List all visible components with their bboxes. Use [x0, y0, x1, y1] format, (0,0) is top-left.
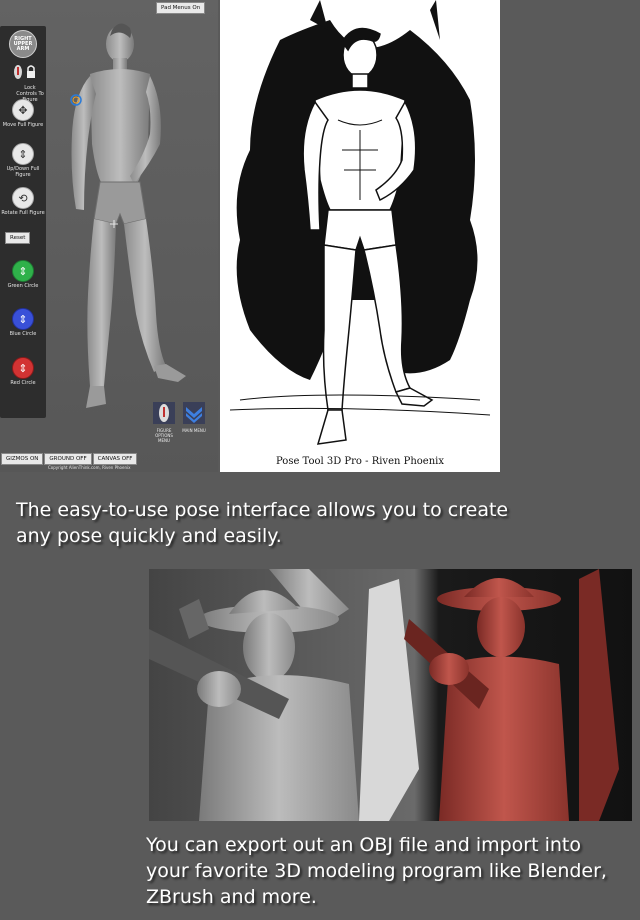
move-full-figure-tool[interactable]: ✥ Move Full Figure	[0, 99, 46, 128]
rotate-full-figure-tool[interactable]: ⟲ Rotate Full Figure	[0, 187, 46, 216]
render-image	[149, 569, 632, 821]
3d-figure-viewport[interactable]	[50, 14, 200, 414]
figure-options-menu-icon	[153, 402, 175, 424]
updown-full-figure-label: Up/Down Full Figure	[6, 166, 40, 178]
pose-toolbar: RIGHT UPPER ARM Lock Controls To Figure …	[0, 26, 46, 418]
3d-figure	[71, 23, 186, 408]
chevron-down-icon	[183, 402, 205, 424]
red-circle-tool[interactable]: ⇕ Red Circle	[0, 357, 46, 386]
green-arrows-icon: ⇕	[12, 260, 34, 282]
sketch-image: Pose Tool 3D Pro - Riven Phoenix	[220, 0, 500, 472]
gizmos-toggle-button[interactable]: GIZMOS ON	[1, 453, 44, 465]
pose-app-panel: Pad Menus On RIGHT UPPER ARM Lock Contro…	[0, 0, 218, 472]
updown-arrows-icon: ⇕	[12, 143, 34, 165]
rotate-icon: ⟲	[12, 187, 34, 209]
ground-toggle-button[interactable]: GROUND OFF	[44, 453, 92, 465]
export-text: You can export out an OBJ file and impor…	[146, 834, 607, 908]
blue-circle-tool[interactable]: ⇕ Blue Circle	[0, 308, 46, 337]
move-full-figure-label: Move Full Figure	[2, 122, 44, 128]
body-part-badge[interactable]: RIGHT UPPER ARM	[0, 30, 46, 58]
main-menu-label: MAIN MENU	[182, 428, 206, 433]
intro-text: The easy-to-use pose interface allows yo…	[16, 499, 509, 547]
body-part-badge-label: RIGHT UPPER ARM	[9, 30, 37, 58]
sketch-caption: Pose Tool 3D Pro - Riven Phoenix	[275, 456, 444, 467]
green-circle-tool[interactable]: ⇕ Green Circle	[0, 260, 46, 289]
green-circle-label: Green Circle	[7, 283, 39, 289]
cowboy-render-illustration	[149, 569, 632, 821]
lock-icon	[27, 65, 35, 78]
reset-button[interactable]: Reset	[5, 232, 31, 244]
menu-icons: FIGURE OPTIONS MENU MAIN MENU	[152, 402, 218, 446]
lock-controls-tool[interactable]: Lock Controls To Figure	[0, 64, 46, 103]
figure-options-menu-button[interactable]: FIGURE OPTIONS MENU	[152, 402, 176, 443]
updown-full-figure-tool[interactable]: ⇕ Up/Down Full Figure	[0, 143, 46, 178]
blue-circle-label: Blue Circle	[9, 331, 37, 337]
figure-options-menu-label: FIGURE OPTIONS MENU	[155, 428, 173, 443]
red-arrows-icon: ⇕	[12, 357, 34, 379]
rotate-full-figure-label: Rotate Full Figure	[1, 210, 45, 216]
copyright-text: Copyright AlienThink.com, Riven Phoenix	[48, 465, 131, 470]
pad-menus-button[interactable]: Pad Menus On	[156, 2, 206, 14]
move-arrows-icon: ✥	[12, 99, 34, 121]
main-menu-button[interactable]: MAIN MENU	[182, 402, 206, 433]
bottom-toggle-bar: GIZMOS ON GROUND OFF CANVAS OFF	[1, 453, 138, 465]
figure-options-icon	[14, 65, 22, 79]
blue-arrows-icon: ⇕	[12, 308, 34, 330]
red-circle-label: Red Circle	[10, 380, 36, 386]
canvas-toggle-button[interactable]: CANVAS OFF	[92, 453, 138, 465]
ink-sketch-illustration	[229, 0, 491, 445]
